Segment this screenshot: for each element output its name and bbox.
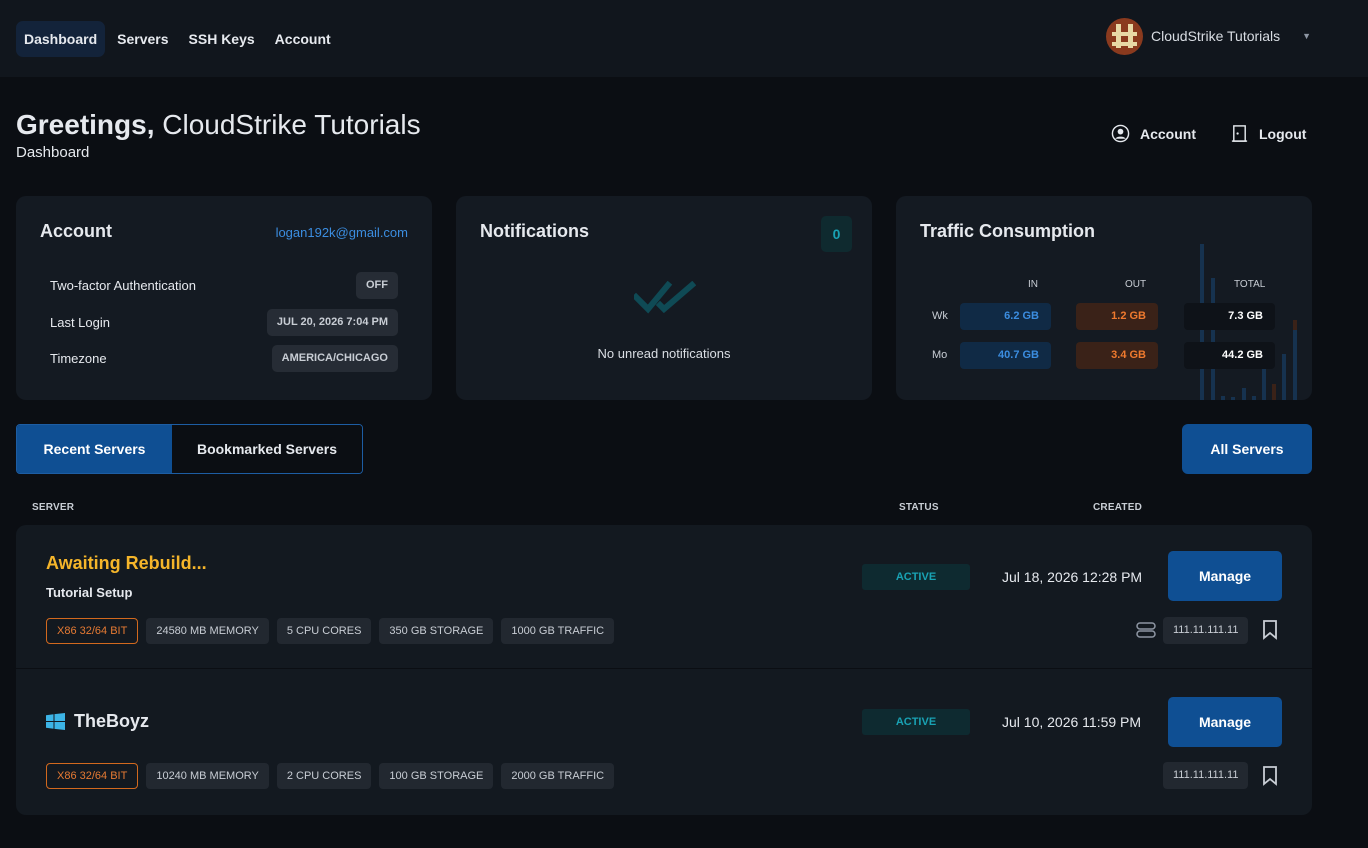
last-login-badge: JUL 20, 2026 7:04 PM bbox=[266, 309, 398, 336]
spec-cpu-chip: 5 CPU CORES bbox=[276, 618, 372, 644]
spec-storage-chip: 100 GB STORAGE bbox=[379, 763, 494, 789]
two-factor-label: Two-factor Authentication bbox=[50, 278, 196, 293]
spec-memory-chip: 24580 MB MEMORY bbox=[146, 618, 269, 644]
greeting-name: CloudStrike Tutorials bbox=[162, 109, 421, 140]
spec-cpu-chip: 2 CPU CORES bbox=[276, 763, 372, 789]
account-card-title: Account bbox=[40, 221, 112, 241]
account-row-2fa: Two-factor Authentication OFF bbox=[50, 272, 398, 299]
spec-arch-chip: X86 32/64 BIT bbox=[46, 618, 139, 644]
server-stack-icon bbox=[1136, 622, 1156, 638]
nav-servers[interactable]: Servers bbox=[109, 21, 176, 57]
ip-address-badge[interactable]: 111.11.111.11 bbox=[1163, 762, 1249, 789]
user-circle-icon bbox=[1111, 124, 1130, 143]
column-server: SERVER bbox=[32, 502, 75, 513]
traffic-col-in: IN bbox=[1028, 279, 1038, 290]
server-spec-chips: X86 32/64 BIT 24580 MB MEMORY 5 CPU CORE… bbox=[46, 618, 615, 644]
nav-ssh-keys[interactable]: SSH Keys bbox=[181, 21, 263, 57]
notifications-title: Notifications bbox=[480, 221, 590, 241]
created-date: Jul 10, 2026 11:59 PM bbox=[1002, 714, 1142, 730]
tab-recent-servers[interactable]: Recent Servers bbox=[17, 425, 172, 473]
timezone-badge: AMERICA/CHICAGO bbox=[271, 345, 398, 372]
caret-down-icon: ▼ bbox=[1302, 31, 1312, 41]
nav-links: Dashboard Servers SSH Keys Account bbox=[16, 20, 339, 57]
status-badge: ACTIVE bbox=[862, 709, 970, 735]
server-row: Awaiting Rebuild... Tutorial Setup X86 3… bbox=[16, 525, 1312, 669]
top-navbar: Dashboard Servers SSH Keys Account Cloud… bbox=[0, 0, 1368, 77]
timezone-label: Timezone bbox=[50, 351, 107, 366]
bookmark-icon[interactable] bbox=[1262, 766, 1278, 786]
double-check-icon bbox=[634, 281, 696, 314]
windows-icon bbox=[46, 713, 65, 730]
spec-traffic-chip: 2000 GB TRAFFIC bbox=[501, 763, 615, 789]
account-card: Account logan192k@gmail.com Two-factor A… bbox=[16, 196, 432, 400]
traffic-row-week-label: Wk bbox=[932, 310, 948, 322]
logout-link[interactable]: Logout bbox=[1230, 124, 1306, 143]
page-subtitle: Dashboard bbox=[16, 144, 90, 161]
user-name: CloudStrike Tutorials bbox=[1151, 28, 1281, 44]
traffic-card: Traffic Consumption IN OUT TOTAL Wk 6.2 … bbox=[896, 196, 1312, 400]
spec-memory-chip: 10240 MB MEMORY bbox=[146, 763, 269, 789]
greeting-label: Greetings, bbox=[16, 109, 155, 140]
nav-dashboard[interactable]: Dashboard bbox=[16, 20, 106, 57]
last-login-label: Last Login bbox=[50, 315, 110, 330]
server-subtitle: Tutorial Setup bbox=[46, 585, 133, 600]
spec-arch-chip: X86 32/64 BIT bbox=[46, 763, 139, 789]
server-row: TheBoyz X86 32/64 BIT 10240 MB MEMORY 2 … bbox=[16, 670, 1312, 815]
traffic-week-in: 6.2 GB bbox=[960, 303, 1051, 330]
ip-address-badge[interactable]: 111.11.111.11 bbox=[1163, 617, 1249, 644]
traffic-col-total: TOTAL bbox=[1234, 279, 1266, 290]
logout-label: Logout bbox=[1259, 125, 1307, 142]
bookmark-icon[interactable] bbox=[1262, 620, 1278, 640]
nav-account[interactable]: Account bbox=[267, 21, 339, 57]
traffic-col-out: OUT bbox=[1125, 279, 1147, 290]
notifications-card: Notifications 0 No unread notifications bbox=[456, 196, 872, 400]
status-badge: ACTIVE bbox=[862, 564, 970, 590]
column-status: STATUS bbox=[899, 502, 939, 513]
account-email[interactable]: logan192k@gmail.com bbox=[276, 225, 408, 240]
all-servers-button[interactable]: All Servers bbox=[1182, 424, 1312, 474]
created-date: Jul 18, 2026 12:28 PM bbox=[1002, 569, 1143, 585]
page-greeting: Greetings, CloudStrike Tutorials bbox=[16, 108, 421, 142]
two-factor-badge: OFF bbox=[356, 272, 398, 299]
column-created: CREATED bbox=[1093, 502, 1142, 513]
traffic-month-out: 3.4 GB bbox=[1076, 342, 1158, 369]
header-account-link[interactable]: Account bbox=[1111, 124, 1196, 143]
server-list: Awaiting Rebuild... Tutorial Setup X86 3… bbox=[16, 525, 1312, 815]
server-name[interactable]: Awaiting Rebuild... bbox=[46, 553, 207, 574]
notification-count-badge: 0 bbox=[821, 216, 852, 252]
header-actions: Account Logout bbox=[1111, 124, 1306, 143]
avatar bbox=[1106, 17, 1143, 55]
account-row-timezone: Timezone AMERICA/CHICAGO bbox=[50, 345, 398, 372]
spec-traffic-chip: 1000 GB TRAFFIC bbox=[501, 618, 615, 644]
traffic-week-out: 1.2 GB bbox=[1076, 303, 1158, 330]
manage-button[interactable]: Manage bbox=[1168, 697, 1282, 747]
traffic-row-month-label: Mo bbox=[932, 349, 948, 361]
header-account-label: Account bbox=[1140, 125, 1196, 142]
server-spec-chips: X86 32/64 BIT 10240 MB MEMORY 2 CPU CORE… bbox=[46, 763, 615, 789]
server-tabs: Recent Servers Bookmarked Servers bbox=[16, 424, 363, 474]
user-menu[interactable]: CloudStrike Tutorials ▼ bbox=[1106, 17, 1311, 55]
traffic-month-total: 44.2 GB bbox=[1184, 342, 1275, 369]
tab-bookmarked-servers[interactable]: Bookmarked Servers bbox=[172, 425, 362, 473]
door-icon bbox=[1231, 125, 1248, 142]
spec-storage-chip: 350 GB STORAGE bbox=[379, 618, 494, 644]
traffic-week-total: 7.3 GB bbox=[1184, 303, 1275, 330]
notifications-empty-text: No unread notifications bbox=[597, 346, 731, 361]
traffic-month-in: 40.7 GB bbox=[960, 342, 1051, 369]
server-name[interactable]: TheBoyz bbox=[74, 711, 149, 732]
manage-button[interactable]: Manage bbox=[1168, 551, 1282, 601]
account-row-last-login: Last Login JUL 20, 2026 7:04 PM bbox=[50, 309, 398, 336]
traffic-title: Traffic Consumption bbox=[920, 221, 1095, 241]
